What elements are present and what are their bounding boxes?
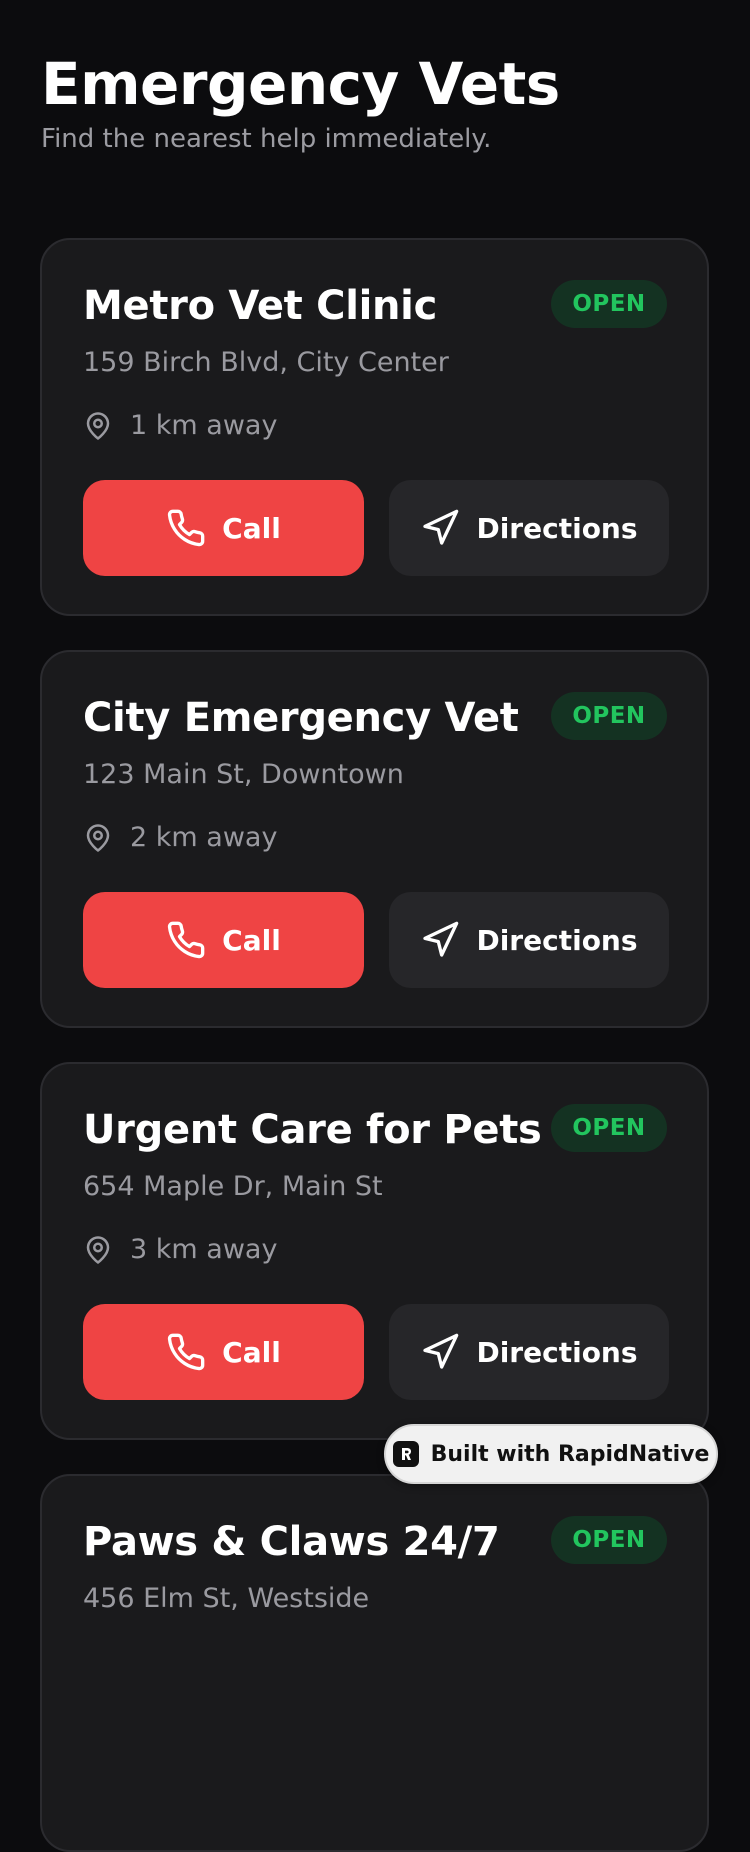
status-badge: OPEN — [551, 692, 667, 740]
directions-button[interactable]: Directions — [389, 1304, 669, 1400]
navigation-icon — [420, 508, 460, 548]
directions-button[interactable]: Directions — [389, 480, 669, 576]
map-pin-icon — [83, 411, 113, 441]
built-with-badge[interactable]: Built with RapidNative — [384, 1424, 718, 1484]
vet-card: City Emergency Vet OPEN 123 Main St, Dow… — [40, 650, 709, 1028]
page-subtitle: Find the nearest help immediately. — [41, 124, 492, 154]
map-pin-icon — [83, 823, 113, 853]
distance-row: 3 km away — [83, 1230, 277, 1270]
call-button[interactable]: Call — [83, 480, 364, 576]
call-button-label: Call — [222, 923, 281, 957]
phone-icon — [166, 1332, 206, 1372]
directions-button-label: Directions — [476, 1335, 638, 1369]
directions-button[interactable]: Directions — [389, 892, 669, 988]
vet-name: Paws & Claws 24/7 — [83, 1519, 500, 1565]
status-badge: OPEN — [551, 1516, 667, 1564]
built-with-label: Built with RapidNative — [430, 1441, 710, 1467]
vet-card: Paws & Claws 24/7 OPEN 456 Elm St, Wests… — [40, 1474, 709, 1852]
page-header: Emergency Vets Find the nearest help imm… — [41, 44, 560, 156]
vet-address: 654 Maple Dr, Main St — [83, 1171, 383, 1202]
vet-address: 456 Elm St, Westside — [83, 1583, 370, 1614]
vet-name: Urgent Care for Pets — [83, 1107, 542, 1153]
status-badge: OPEN — [551, 1104, 667, 1152]
call-button-label: Call — [222, 511, 281, 545]
vet-distance: 1 km away — [130, 410, 278, 441]
vet-distance: 2 km away — [130, 822, 278, 853]
call-button-label: Call — [222, 1335, 281, 1369]
phone-icon — [166, 508, 206, 548]
vet-distance: 3 km away — [130, 1234, 278, 1265]
distance-row: 1 km away — [83, 406, 277, 446]
page-title: Emergency Vets — [41, 50, 560, 118]
status-badge: OPEN — [551, 280, 667, 328]
vet-card: Metro Vet Clinic OPEN 159 Birch Blvd, Ci… — [40, 238, 709, 616]
vet-card: Urgent Care for Pets OPEN 654 Maple Dr, … — [40, 1062, 709, 1440]
phone-icon — [166, 920, 206, 960]
navigation-icon — [420, 1332, 460, 1372]
directions-button-label: Directions — [476, 923, 638, 957]
distance-row: 2 km away — [83, 818, 277, 858]
vet-address: 159 Birch Blvd, City Center — [83, 347, 449, 378]
call-button[interactable]: Call — [83, 892, 364, 988]
navigation-icon — [420, 920, 460, 960]
rapidnative-logo-icon — [392, 1441, 419, 1467]
call-button[interactable]: Call — [83, 1304, 364, 1400]
map-pin-icon — [83, 1235, 113, 1265]
vet-name: City Emergency Vet — [83, 695, 519, 741]
directions-button-label: Directions — [476, 511, 638, 545]
vet-address: 123 Main St, Downtown — [83, 759, 404, 790]
vet-name: Metro Vet Clinic — [83, 283, 438, 329]
